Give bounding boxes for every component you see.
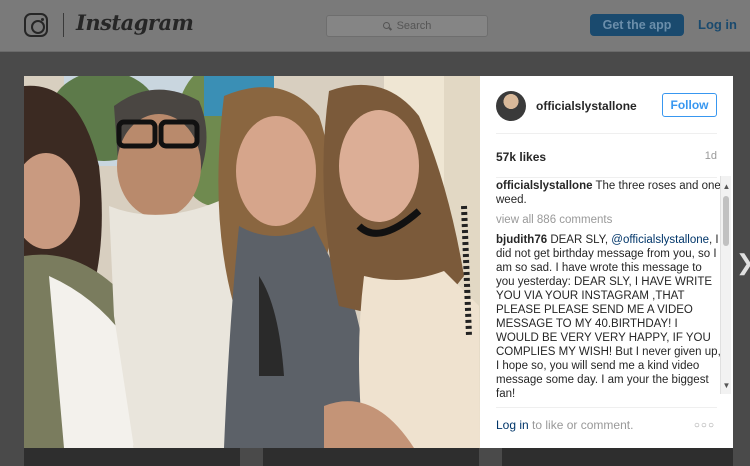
search-box[interactable]: Search bbox=[326, 15, 488, 37]
instagram-glyph-icon[interactable] bbox=[24, 13, 48, 37]
scroll-thumb[interactable] bbox=[723, 196, 729, 246]
post-photo[interactable] bbox=[24, 76, 480, 448]
feed-tile bbox=[24, 447, 240, 466]
post-username[interactable]: officialslystallone bbox=[536, 99, 637, 113]
more-options-icon[interactable]: ○○○ bbox=[694, 420, 715, 431]
search-icon bbox=[382, 21, 392, 31]
chevron-right-icon[interactable]: ❯ bbox=[736, 248, 750, 278]
comments-scrollbar[interactable]: ▲ ▼ bbox=[720, 176, 731, 394]
post-header: officialslystallone Follow bbox=[496, 76, 717, 134]
post-footer: Log in to like or comment. ○○○ bbox=[496, 407, 717, 448]
view-all-comments-link[interactable]: view all 886 comments bbox=[496, 213, 722, 227]
login-prompt: Log in to like or comment. bbox=[496, 418, 633, 432]
likes-row: 57k likes 1d bbox=[496, 134, 717, 178]
caption: officialslystallone The three roses and … bbox=[496, 179, 722, 207]
post-sidebar: officialslystallone Follow 57k likes 1d … bbox=[480, 76, 733, 448]
instagram-wordmark[interactable]: Instagram bbox=[76, 10, 194, 35]
search-placeholder: Search bbox=[396, 20, 432, 32]
comment-text-start: DEAR SLY, bbox=[550, 234, 612, 246]
comment-text: , I did not get birthday message from yo… bbox=[496, 234, 721, 400]
comment: bjudith76 DEAR SLY, @officialslystallone… bbox=[496, 233, 722, 401]
login-prompt-suffix: to like or comment. bbox=[528, 418, 634, 432]
login-to-like-link[interactable]: Log in bbox=[496, 418, 529, 432]
follow-button[interactable]: Follow bbox=[662, 93, 717, 117]
avatar[interactable] bbox=[496, 91, 526, 121]
scroll-down-icon[interactable]: ▼ bbox=[721, 381, 732, 390]
post-modal: officialslystallone Follow 57k likes 1d … bbox=[24, 76, 733, 448]
top-navigation: Instagram Search Get the app Log in bbox=[0, 0, 750, 52]
comments-list[interactable]: officialslystallone The three roses and … bbox=[496, 178, 722, 404]
caption-username[interactable]: officialslystallone bbox=[496, 180, 593, 192]
comment-mention[interactable]: @officialslystallone bbox=[611, 234, 709, 246]
post-age[interactable]: 1d bbox=[705, 150, 717, 162]
feed-tile bbox=[263, 447, 479, 466]
nav-divider bbox=[63, 13, 64, 37]
scroll-up-icon[interactable]: ▲ bbox=[721, 182, 732, 191]
login-link[interactable]: Log in bbox=[698, 17, 737, 32]
comment-username[interactable]: bjudith76 bbox=[496, 234, 547, 246]
likes-count[interactable]: 57k likes bbox=[496, 150, 546, 164]
feed-tile bbox=[502, 447, 733, 466]
get-the-app-button[interactable]: Get the app bbox=[590, 14, 684, 36]
